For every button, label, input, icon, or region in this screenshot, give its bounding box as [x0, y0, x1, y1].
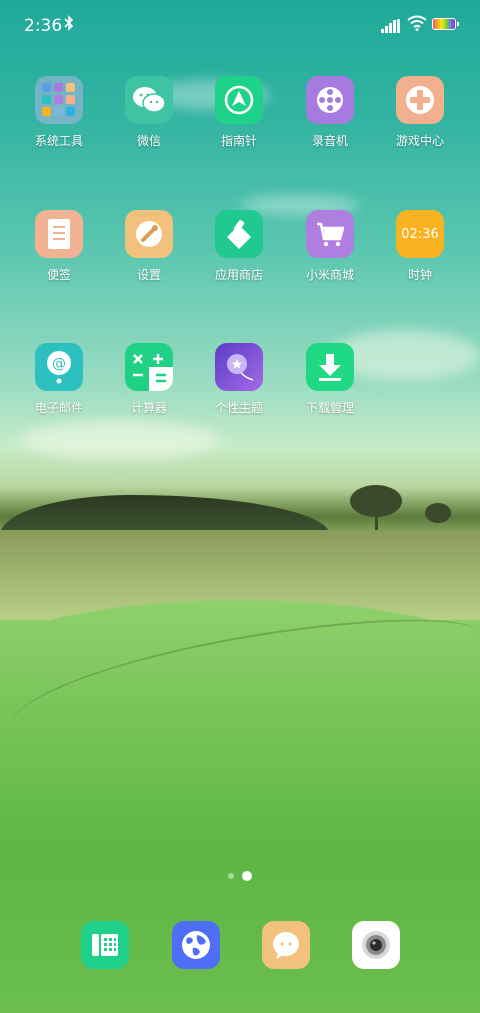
app-system-tools[interactable]: 系统工具 [14, 76, 104, 149]
app-label: 计算器 [130, 401, 167, 415]
camera-icon [362, 931, 390, 959]
status-time: 2:36 [24, 16, 63, 36]
app-label: 设置 [136, 268, 161, 282]
app-clock[interactable]: 02:36 时钟 [375, 210, 465, 283]
app-label: 游戏中心 [395, 134, 444, 148]
home-screen: 2:36 系统工具 微信 指南针 录音机 游戏中心 便签 设置 应用商店 小米商… [0, 0, 480, 1013]
calculator-icon [125, 343, 173, 391]
app-settings[interactable]: 设置 [104, 210, 194, 283]
wifi-icon [407, 15, 427, 31]
compass-icon [215, 76, 263, 124]
page-dot-active [242, 871, 252, 881]
app-label: 下载管理 [305, 401, 354, 415]
theme-icon [215, 343, 263, 391]
dock-camera[interactable] [352, 921, 400, 969]
browser-icon [182, 931, 210, 959]
app-compass[interactable]: 指南针 [194, 76, 284, 149]
messages-icon [273, 932, 299, 959]
clock-icon-time: 02:36 [401, 226, 439, 242]
app-label: 个性主题 [214, 401, 263, 415]
app-notes[interactable]: 便签 [14, 210, 104, 283]
signal-icon [381, 19, 401, 33]
notes-icon [35, 210, 83, 258]
svg-text:@: @ [52, 356, 66, 372]
wallpaper-tree-trunk [375, 510, 378, 532]
page-dot [228, 873, 234, 879]
app-downloads[interactable]: 下载管理 [285, 343, 375, 416]
battery-icon [432, 18, 459, 30]
phone-icon [92, 934, 118, 956]
app-label: 小米商城 [305, 268, 354, 282]
dock-browser[interactable] [172, 921, 220, 969]
settings-icon [125, 210, 173, 258]
dock-phone[interactable] [81, 921, 129, 969]
email-icon: @ [35, 343, 83, 391]
app-app-store[interactable]: 应用商店 [194, 210, 284, 283]
wechat-icon [125, 76, 173, 124]
app-calculator[interactable]: 计算器 [104, 343, 194, 416]
status-bar: 2:36 [0, 0, 480, 52]
app-label: 电子邮件 [34, 401, 83, 415]
bluetooth-icon [64, 15, 74, 35]
app-label: 应用商店 [214, 268, 263, 282]
wallpaper-treeline [0, 495, 330, 535]
gamepad-icon [396, 76, 444, 124]
recorder-icon [306, 76, 354, 124]
app-label: 微信 [136, 134, 161, 148]
app-label: 录音机 [311, 134, 348, 148]
app-label: 指南针 [220, 134, 257, 148]
dock-messages[interactable] [262, 921, 310, 969]
app-game-center[interactable]: 游戏中心 [375, 76, 465, 149]
app-mi-store[interactable]: 小米商城 [285, 210, 375, 283]
app-label: 便签 [46, 268, 71, 282]
app-label: 系统工具 [34, 134, 83, 148]
wallpaper-cloud [20, 420, 220, 460]
app-wechat[interactable]: 微信 [104, 76, 194, 149]
folder-icon [35, 76, 83, 124]
wallpaper-tree [425, 503, 451, 523]
app-store-icon [215, 210, 263, 258]
app-recorder[interactable]: 录音机 [285, 76, 375, 149]
download-icon [306, 343, 354, 391]
app-label: 时钟 [407, 268, 432, 282]
cart-icon [306, 210, 354, 258]
clock-icon: 02:36 [396, 210, 444, 258]
app-themes[interactable]: 个性主题 [194, 343, 284, 416]
app-email[interactable]: @ 电子邮件 [14, 343, 104, 416]
